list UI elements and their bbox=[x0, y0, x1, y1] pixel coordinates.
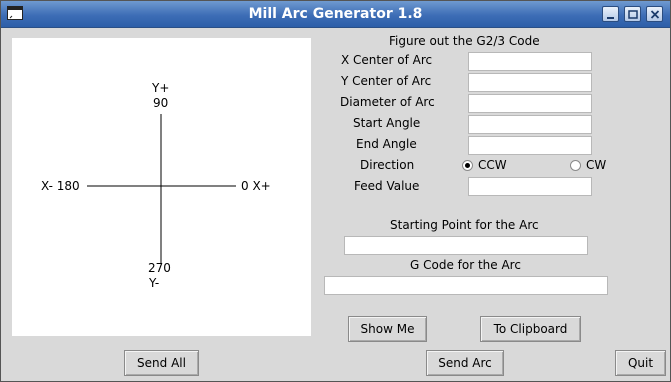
cw-label[interactable]: CW bbox=[586, 158, 606, 172]
minimize-button[interactable] bbox=[602, 6, 619, 22]
window-title: Mill Arc Generator 1.8 bbox=[248, 6, 423, 22]
y-minus-label: Y- bbox=[149, 276, 160, 290]
minimize-icon bbox=[607, 17, 614, 19]
x-center-label: X Center of Arc bbox=[341, 53, 433, 67]
gcode-label: G Code for the Arc bbox=[410, 258, 521, 272]
app-window: Mill Arc Generator 1.8 Y+ 90 X- 180 0 X+ bbox=[0, 0, 671, 382]
y-plus-label: Y+ bbox=[152, 81, 170, 95]
gcode-output[interactable] bbox=[324, 276, 608, 295]
maximize-button[interactable] bbox=[624, 6, 641, 22]
quit-button[interactable]: Quit bbox=[615, 350, 666, 376]
close-icon bbox=[650, 10, 660, 19]
show-me-button[interactable]: Show Me bbox=[348, 316, 427, 342]
cw-radio[interactable] bbox=[570, 160, 581, 171]
end-angle-input[interactable] bbox=[468, 136, 592, 155]
ccw-radio[interactable] bbox=[462, 160, 473, 171]
starting-point-output[interactable] bbox=[344, 236, 588, 255]
x-minus-label: X- 180 bbox=[41, 179, 80, 193]
send-all-button[interactable]: Send All bbox=[124, 350, 199, 376]
maximize-icon bbox=[628, 10, 638, 19]
feed-label: Feed Value bbox=[354, 179, 420, 193]
feed-input[interactable] bbox=[468, 177, 592, 196]
start-angle-label: Start Angle bbox=[353, 116, 421, 130]
end-angle-label: End Angle bbox=[356, 137, 417, 151]
y-center-input[interactable] bbox=[468, 73, 592, 92]
close-button[interactable] bbox=[646, 6, 663, 22]
diameter-input[interactable] bbox=[468, 94, 592, 113]
form-heading: Figure out the G2/3 Code bbox=[389, 34, 540, 48]
ccw-label[interactable]: CCW bbox=[478, 158, 507, 172]
y-center-label: Y Center of Arc bbox=[341, 74, 432, 88]
starting-point-label: Starting Point for the Arc bbox=[390, 218, 539, 232]
radio-selected-dot bbox=[465, 163, 470, 168]
start-angle-input[interactable] bbox=[468, 115, 592, 134]
send-arc-button[interactable]: Send Arc bbox=[426, 350, 504, 376]
arc-preview-canvas[interactable]: Y+ 90 X- 180 0 X+ 270 Y- bbox=[12, 38, 311, 336]
title-bar[interactable]: Mill Arc Generator 1.8 bbox=[1, 1, 670, 28]
x-center-input[interactable] bbox=[468, 52, 592, 71]
to-clipboard-button[interactable]: To Clipboard bbox=[480, 316, 581, 342]
y-plus-angle-label: 90 bbox=[153, 96, 169, 110]
x-plus-label: 0 X+ bbox=[241, 179, 271, 193]
y-minus-angle-label: 270 bbox=[148, 261, 171, 275]
diameter-label: Diameter of Arc bbox=[340, 95, 435, 109]
direction-label: Direction bbox=[360, 158, 415, 172]
